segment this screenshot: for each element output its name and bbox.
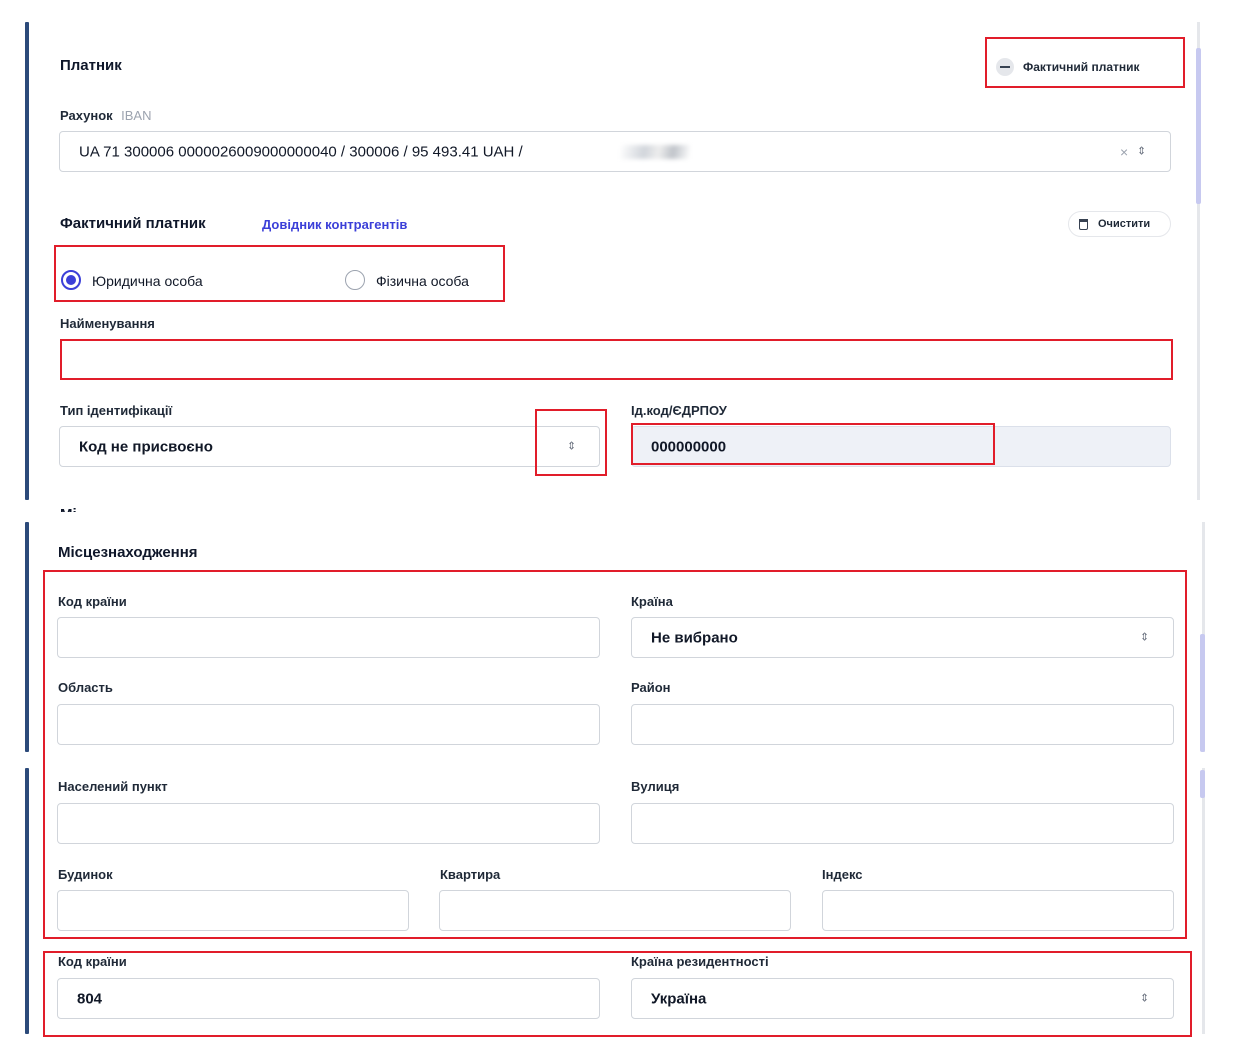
sort-arrows-icon[interactable]: ⇕ [1137,146,1146,157]
radio-legal-entity-label[interactable]: Юридична особа [92,273,203,289]
street-label: Вулиця [631,779,680,794]
settlement-input[interactable] [57,803,600,844]
apartment-label: Квартира [440,867,501,882]
clear-button-label: Очистити [1098,218,1151,230]
name-label: Найменування [60,316,155,331]
scrollbar-track-bottom [1202,768,1205,1034]
index-label: Індекс [822,867,863,882]
residency-country-code-label: Код країни [58,954,127,969]
radio-individual[interactable] [345,270,365,290]
location-country-label: Країна [631,594,673,609]
radio-individual-label[interactable]: Фізична особа [376,273,469,289]
id-code-label: Ід.код/ЄДРПОУ [631,403,727,418]
id-code-value: 000000000 [651,438,727,455]
residency-country-value: Україна [651,990,707,1007]
id-code-field: 000000000 [631,426,1171,467]
cut-location-heading: Мі [60,503,77,512]
id-type-label: Тип ідентифікації [60,403,173,418]
scrollbar-thumb-bottom[interactable] [1200,770,1205,798]
sort-arrows-icon[interactable]: ⇕ [1140,993,1149,1004]
trash-icon [1079,218,1088,230]
actual-payer-toggle-label: Фактичний платник [1023,60,1140,74]
location-title: Місцезнаходження [58,544,198,561]
clear-x-icon[interactable]: × [1120,144,1128,160]
name-input[interactable] [61,340,1171,379]
residency-country-label: Країна резидентності [631,954,769,969]
building-input[interactable] [57,890,409,931]
scrollbar-thumb-mid[interactable] [1200,634,1205,752]
counterparty-directory-link[interactable]: Довідник контрагентів [262,217,407,232]
district-input[interactable] [631,704,1174,745]
id-type-select[interactable]: Код не присвоєно ⇕ [59,426,600,467]
section-accent-bar-top [25,22,29,500]
apartment-input[interactable] [439,890,791,931]
id-type-value: Код не присвоєно [79,438,213,455]
account-value: UA 71 300006 0000026009000000040 / 30000… [79,143,523,160]
sort-arrows-icon[interactable]: ⇕ [567,441,576,452]
building-label: Будинок [58,867,113,882]
settlement-label: Населений пункт [58,779,168,794]
street-input[interactable] [631,803,1174,844]
location-country-value: Не вибрано [651,629,738,646]
region-input[interactable] [57,704,600,745]
minus-circle-icon [996,58,1014,76]
account-owner-redacted [620,145,690,159]
payer-title: Платник [60,57,122,74]
radio-legal-entity[interactable] [61,270,81,290]
residency-country-select[interactable]: Україна ⇕ [631,978,1174,1019]
clear-button[interactable]: Очистити [1068,211,1171,237]
residency-country-code-input[interactable]: 804 [57,978,600,1019]
account-select[interactable]: UA 71 300006 0000026009000000040 / 30000… [59,131,1171,172]
region-label: Область [58,680,113,695]
actual-payer-toggle-button[interactable]: Фактичний платник [996,53,1140,81]
sort-arrows-icon[interactable]: ⇕ [1140,632,1149,643]
location-country-code-input[interactable] [57,617,600,658]
actual-payer-title: Фактичний платник [60,215,206,232]
location-country-select[interactable]: Не вибрано ⇕ [631,617,1174,658]
account-label: Рахунок [60,108,113,123]
location-country-code-label: Код країни [58,594,127,609]
account-label-row: Рахунок IBAN [60,107,151,125]
section-accent-bar-bottom [25,768,29,1034]
section-accent-bar-mid [25,522,29,752]
district-label: Район [631,680,671,695]
account-hint: IBAN [121,108,152,123]
index-input[interactable] [822,890,1174,931]
residency-country-code-value: 804 [77,990,103,1007]
scrollbar-thumb-top[interactable] [1196,48,1201,204]
